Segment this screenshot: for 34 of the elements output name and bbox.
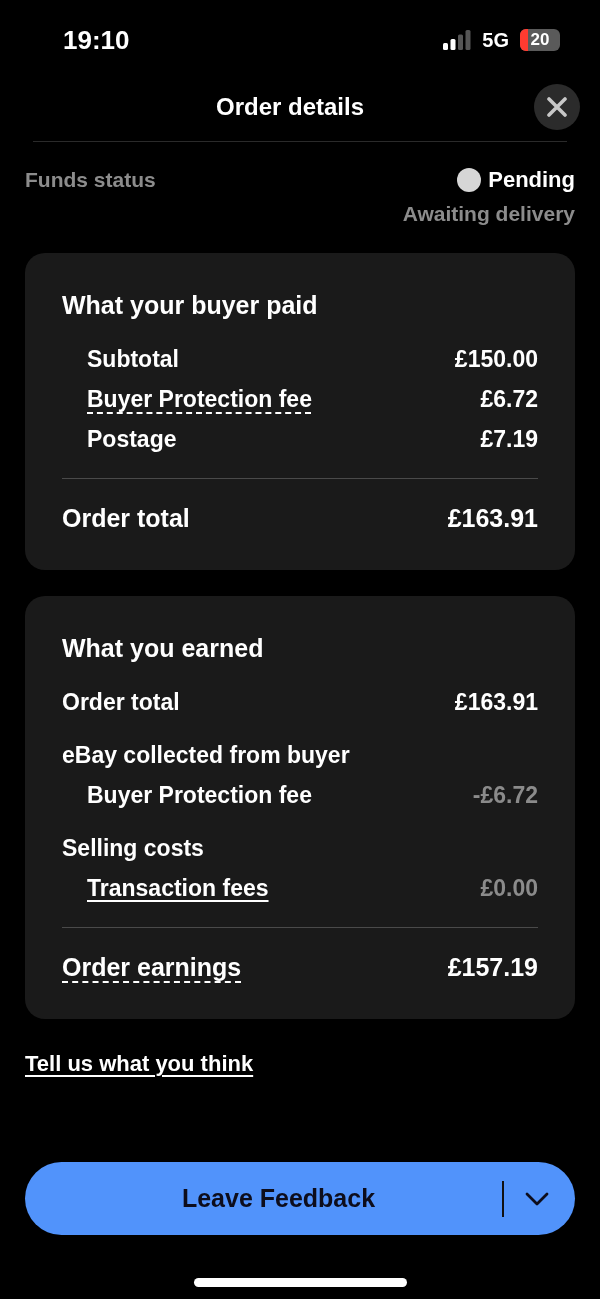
close-icon: [547, 97, 567, 117]
row-label: eBay collected from buyer: [62, 741, 350, 770]
status-dot-icon: [457, 168, 482, 192]
row-amount: £7.19: [480, 425, 538, 454]
row-label: Selling costs: [62, 834, 204, 863]
row-label: Subtotal: [87, 345, 179, 374]
status-text: Pending: [488, 166, 575, 194]
page-title: Order details: [215, 93, 365, 121]
status-time: 19:10: [63, 24, 130, 56]
row-label: Postage: [87, 425, 177, 454]
battery-indicator: 20: [520, 29, 560, 51]
row-label: Buyer Protection fee: [87, 781, 312, 810]
close-button[interactable]: [534, 84, 580, 130]
row-amount: £6.72: [480, 385, 538, 414]
row-amount: £150.00: [454, 345, 538, 374]
fee-link[interactable]: Transaction fees: [87, 868, 269, 908]
status-note: Awaiting delivery: [402, 201, 575, 227]
feedback-link[interactable]: Tell us what you think: [25, 1050, 254, 1078]
leave-feedback-button[interactable]: Leave Feedback: [25, 1162, 502, 1235]
total-amount: £163.91: [447, 503, 538, 534]
funds-status-label: Funds status: [25, 167, 156, 193]
total-amount: £157.19: [447, 952, 538, 983]
card-heading: What you earned: [62, 633, 265, 664]
row-amount: £163.91: [454, 688, 538, 717]
row-amount: £0.00: [480, 874, 538, 903]
total-label: Order total: [62, 503, 190, 534]
total-term[interactable]: Order earnings: [62, 951, 242, 983]
card-heading: What your buyer paid: [62, 290, 319, 321]
row-label: Order total: [62, 688, 180, 717]
info-term[interactable]: Buyer Protection fee: [87, 379, 312, 419]
signal-icon: [443, 30, 472, 50]
chevron-down-icon: [524, 1191, 549, 1206]
row-amount: -£6.72: [472, 781, 538, 810]
network-label: 5G: [482, 28, 509, 52]
